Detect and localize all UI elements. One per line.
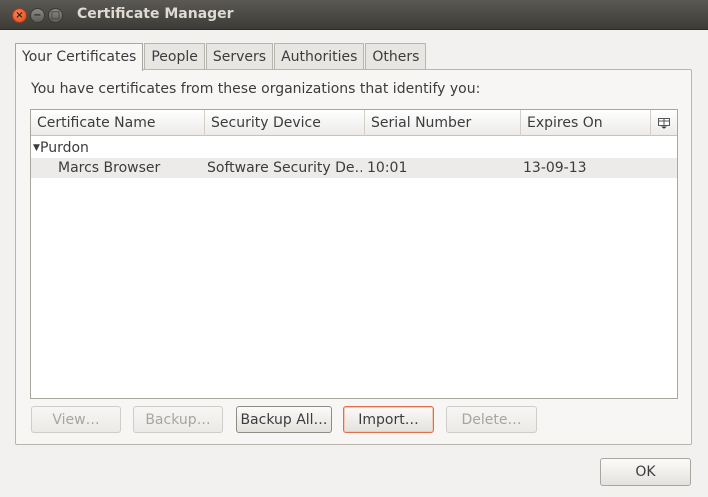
- window-title: Certificate Manager: [77, 6, 234, 22]
- certificate-name-cell: Marcs Browser: [58, 160, 161, 176]
- column-header-security-device[interactable]: Security Device: [205, 110, 365, 136]
- column-header-certificate-name[interactable]: Certificate Name: [31, 110, 205, 136]
- tree-header: Certificate Name Security Device Serial …: [31, 110, 677, 136]
- serial-number-cell: 10:01: [367, 160, 408, 176]
- delete-button[interactable]: Delete…: [446, 406, 537, 433]
- backup-all-button[interactable]: Backup All…: [236, 406, 332, 433]
- group-label: Purdon: [40, 140, 89, 156]
- close-window-button[interactable]: ×: [12, 8, 27, 23]
- column-header-expires-on[interactable]: Expires On: [521, 110, 651, 136]
- expander-down-icon[interactable]: ▼: [33, 138, 40, 158]
- tab-authorities[interactable]: Authorities: [274, 43, 365, 70]
- minimize-icon: −: [33, 9, 42, 21]
- tab-your-certificates[interactable]: Your Certificates: [15, 43, 144, 71]
- tab-bar: Your Certificates People Servers Authori…: [15, 43, 427, 71]
- your-certificates-panel: You have certificates from these organiz…: [15, 69, 692, 445]
- column-header-serial-number[interactable]: Serial Number: [365, 110, 521, 136]
- close-icon: ×: [15, 9, 24, 21]
- tab-others[interactable]: Others: [365, 43, 427, 70]
- backup-button[interactable]: Backup…: [133, 406, 223, 433]
- tab-people[interactable]: People: [144, 43, 205, 70]
- view-button[interactable]: View…: [31, 406, 121, 433]
- column-picker-icon[interactable]: [651, 110, 677, 136]
- tree-group-row[interactable]: ▼ Purdon: [31, 138, 677, 158]
- intro-text: You have certificates from these organiz…: [31, 81, 481, 97]
- certificate-tree[interactable]: Certificate Name Security Device Serial …: [30, 109, 678, 399]
- ok-button[interactable]: OK: [600, 458, 691, 486]
- tab-servers[interactable]: Servers: [205, 43, 274, 70]
- expires-on-cell: 13-09-13: [523, 160, 587, 176]
- table-row[interactable]: Marcs Browser Software Security De… 10:0…: [31, 158, 677, 178]
- title-bar: × − □ Certificate Manager: [0, 0, 708, 30]
- minimize-window-button[interactable]: −: [30, 8, 45, 23]
- security-device-cell: Software Security De…: [207, 160, 362, 176]
- import-button[interactable]: Import…: [343, 406, 434, 433]
- maximize-icon: □: [50, 9, 61, 21]
- maximize-window-button[interactable]: □: [48, 8, 63, 23]
